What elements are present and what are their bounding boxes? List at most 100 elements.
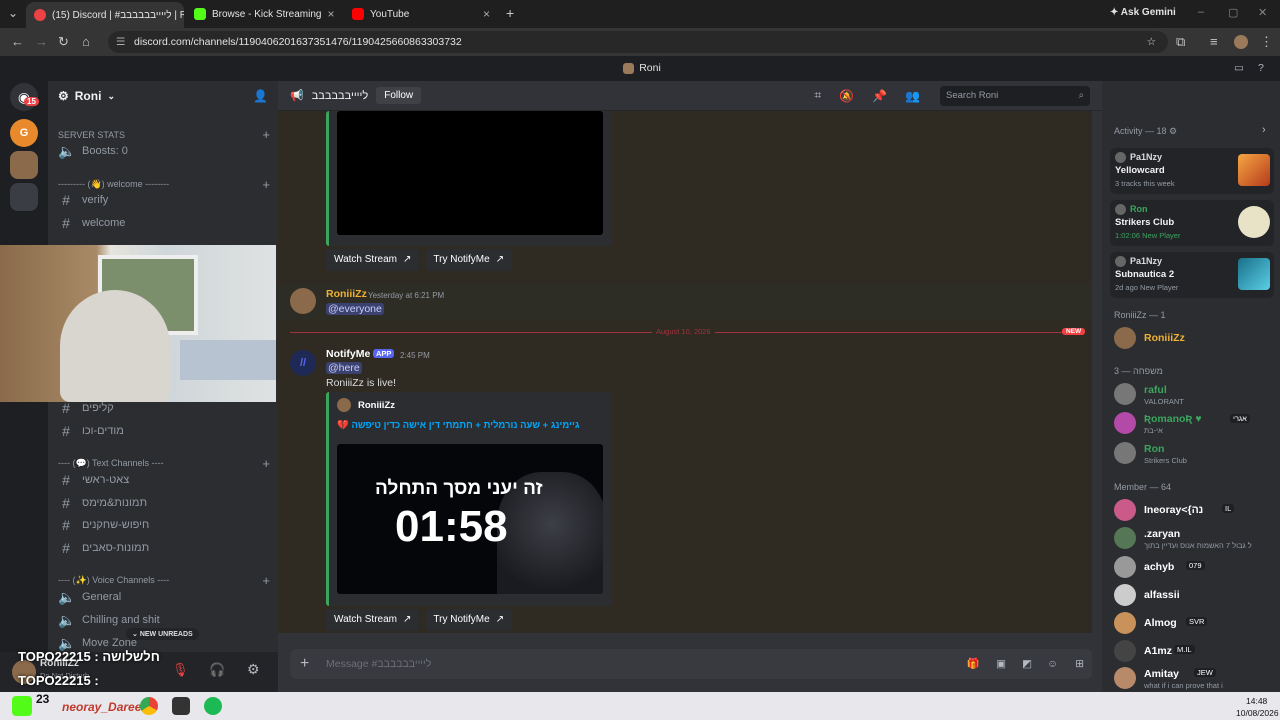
server-folder-icon[interactable] bbox=[10, 183, 38, 211]
tab-search-icon[interactable]: ⌄ bbox=[8, 6, 18, 20]
game-app-icon[interactable] bbox=[172, 697, 190, 715]
tab-discord[interactable]: (15) Discord | #לייייבבבבבב | Ro × bbox=[26, 2, 184, 28]
close-icon[interactable]: × bbox=[483, 7, 490, 21]
watch-stream-button[interactable]: Watch Stream ↗ bbox=[326, 609, 420, 631]
sticker-icon[interactable]: ◩ bbox=[1022, 649, 1032, 679]
minimize-icon[interactable]: – bbox=[1198, 6, 1204, 18]
category-voice[interactable]: ---- (✨) Voice Channels ---- + bbox=[58, 573, 270, 588]
channel-verify[interactable]: # verify bbox=[58, 190, 270, 210]
pin-icon[interactable]: 📌 bbox=[872, 89, 887, 103]
member-item[interactable]: RoniiiZz bbox=[1114, 327, 1274, 353]
category-server-stats[interactable]: SERVER STATS + bbox=[58, 127, 270, 142]
stream-thumbnail[interactable]: זה יעני מסך התחלה 01:58 bbox=[337, 444, 603, 594]
chrome-app-icon[interactable] bbox=[140, 697, 158, 715]
try-notifyme-button[interactable]: Try NotifyMe ↗ bbox=[425, 609, 513, 631]
channel-boosts[interactable]: 🔈 Boosts: 0 bbox=[58, 141, 270, 161]
extensions-icon[interactable]: ⧉ bbox=[1176, 34, 1185, 50]
emoji-icon[interactable]: ☺ bbox=[1047, 649, 1058, 679]
reload-icon[interactable]: ↻ bbox=[58, 34, 69, 50]
member-item[interactable]: alfassii bbox=[1114, 584, 1274, 610]
site-info-icon[interactable]: ☰ bbox=[116, 31, 125, 53]
member-item[interactable]: .zaryan ל גבול 7 האשמות אנוס ועדיין בתוך bbox=[1114, 527, 1274, 553]
mention-here[interactable]: @here bbox=[326, 362, 362, 374]
tab-youtube[interactable]: YouTube × bbox=[344, 4, 498, 24]
channel-sub-images[interactable]: # תמונות-סאבים bbox=[58, 538, 270, 558]
tab-kick[interactable]: Browse - Kick Streaming × bbox=[186, 4, 340, 24]
mute-icon[interactable]: 🎙 bbox=[172, 662, 189, 678]
voice-channel-chilling[interactable]: 🔈 Chilling and shit bbox=[58, 610, 270, 630]
maximize-icon[interactable]: ▢ bbox=[1228, 6, 1238, 19]
embed-title[interactable]: 💔 גיימינג + שעה נורמלית + חתמתי דין אישה… bbox=[337, 420, 579, 431]
activity-card[interactable]: Pa1Nzy Yellowcard 3 tracks this week bbox=[1110, 148, 1274, 194]
forward-icon[interactable]: → bbox=[35, 34, 48, 50]
help-icon[interactable]: ? bbox=[1258, 56, 1264, 81]
new-tab-icon[interactable]: + bbox=[506, 5, 514, 21]
member-item[interactable]: Almog SVR bbox=[1114, 612, 1274, 638]
media-icon[interactable]: ≡ bbox=[1210, 34, 1218, 50]
add-channel-icon[interactable]: + bbox=[262, 456, 270, 471]
inbox-icon[interactable]: ▭ bbox=[1234, 56, 1244, 81]
new-unreads-pill[interactable]: ⌄ NEW UNREADS bbox=[126, 628, 199, 640]
gear-icon[interactable]: ⚙ bbox=[1169, 126, 1177, 136]
add-attachment-icon[interactable]: + bbox=[300, 649, 309, 679]
member-item[interactable]: A1mz M.IL bbox=[1114, 640, 1274, 666]
profile-avatar[interactable] bbox=[1234, 35, 1248, 49]
search-input[interactable]: Search Roni ⌕ bbox=[940, 85, 1090, 106]
discord-favicon-icon bbox=[34, 9, 46, 21]
member-item[interactable]: Amitay JEW what if i can prove that i bbox=[1114, 667, 1274, 693]
gift-icon[interactable]: 🎁 bbox=[967, 649, 980, 679]
category-text[interactable]: ---- (💬) Text Channels ---- + bbox=[58, 456, 270, 471]
follow-button[interactable]: Follow bbox=[376, 87, 422, 104]
message-author[interactable]: RoniiiZz bbox=[326, 288, 367, 300]
close-window-icon[interactable]: ✕ bbox=[1258, 6, 1267, 19]
add-channel-icon[interactable]: + bbox=[262, 127, 270, 142]
stream-embed-previous bbox=[326, 111, 612, 246]
message-author[interactable]: NotifyMe bbox=[326, 348, 370, 360]
server-icon-g[interactable]: G bbox=[10, 119, 38, 147]
channel-lfg[interactable]: # חיפוש-שחקנים bbox=[58, 515, 270, 535]
spotify-app-icon[interactable] bbox=[204, 697, 222, 715]
settings-gear-icon[interactable]: ⚙ bbox=[247, 661, 260, 678]
channel-label: מודים-וכו bbox=[82, 425, 124, 437]
embed-author[interactable]: RoniiiZz bbox=[358, 400, 395, 411]
member-item[interactable]: ƦomanoƦ ♥ אגרי אי-בת bbox=[1114, 412, 1274, 438]
ask-gemini-button[interactable]: ✦ Ask Gemini bbox=[1110, 7, 1176, 18]
menu-icon[interactable]: ⋮ bbox=[1260, 34, 1273, 50]
bookmark-star-icon[interactable]: ☆ bbox=[1147, 31, 1156, 53]
address-bar[interactable]: ☰ discord.com/channels/11904062016373514… bbox=[108, 31, 1168, 53]
headphones-icon[interactable]: 🎧 bbox=[209, 662, 225, 678]
channel-memes[interactable]: # תמונות&מימס bbox=[58, 493, 270, 513]
channel-mods[interactable]: # מודים-וכו bbox=[58, 421, 270, 441]
member-item[interactable]: Ron Strikers Club bbox=[1114, 442, 1274, 468]
try-notifyme-button[interactable]: Try NotifyMe ↗ bbox=[425, 249, 513, 271]
notifyme-avatar[interactable]: // bbox=[290, 350, 316, 376]
mention-everyone[interactable]: @everyone bbox=[326, 303, 384, 315]
chevron-right-icon[interactable]: › bbox=[1262, 124, 1266, 136]
member-item[interactable]: achyb 079 bbox=[1114, 556, 1274, 582]
apps-icon[interactable]: ⊞ bbox=[1075, 649, 1084, 679]
gif-icon[interactable]: ▣ bbox=[996, 649, 1006, 679]
watch-stream-button[interactable]: Watch Stream ↗ bbox=[326, 249, 420, 271]
tab-label: Browse - Kick Streaming bbox=[212, 8, 322, 20]
activity-card[interactable]: Ron Strikers Club 1:02:06 New Player bbox=[1110, 200, 1274, 246]
home-icon[interactable]: ⌂ bbox=[82, 34, 90, 50]
add-channel-icon[interactable]: + bbox=[262, 573, 270, 588]
kick-app-icon[interactable] bbox=[12, 696, 32, 716]
message-composer[interactable]: + Message #לייייבבבבבב 🎁 ▣ ◩ ☺ ⊞ bbox=[290, 649, 1092, 679]
threads-icon[interactable]: ⌗ bbox=[814, 88, 821, 103]
channel-main-chat[interactable]: # צאט-ראשי bbox=[58, 470, 270, 490]
member-list-icon[interactable]: 👥 bbox=[905, 89, 920, 103]
activity-card[interactable]: Pa1Nzy Subnautica 2 2d ago New Player bbox=[1110, 252, 1274, 298]
server-icon-roni[interactable] bbox=[10, 151, 38, 179]
member-item[interactable]: Ineoray<{נה IL bbox=[1114, 499, 1274, 525]
voice-channel-general[interactable]: 🔈 General bbox=[58, 587, 270, 607]
member-item[interactable]: raful VALORANT bbox=[1114, 383, 1274, 409]
server-header[interactable]: ⚙ Roni ⌄ 👤 bbox=[48, 81, 278, 111]
notification-bell-icon[interactable]: 🔕 bbox=[839, 89, 854, 103]
close-icon[interactable]: × bbox=[327, 7, 334, 21]
hash-icon: # bbox=[62, 495, 70, 511]
back-icon[interactable]: ← bbox=[11, 34, 24, 50]
channel-welcome[interactable]: # welcome bbox=[58, 213, 270, 233]
user-avatar[interactable] bbox=[290, 288, 316, 314]
invite-icon[interactable]: 👤 bbox=[253, 89, 268, 103]
